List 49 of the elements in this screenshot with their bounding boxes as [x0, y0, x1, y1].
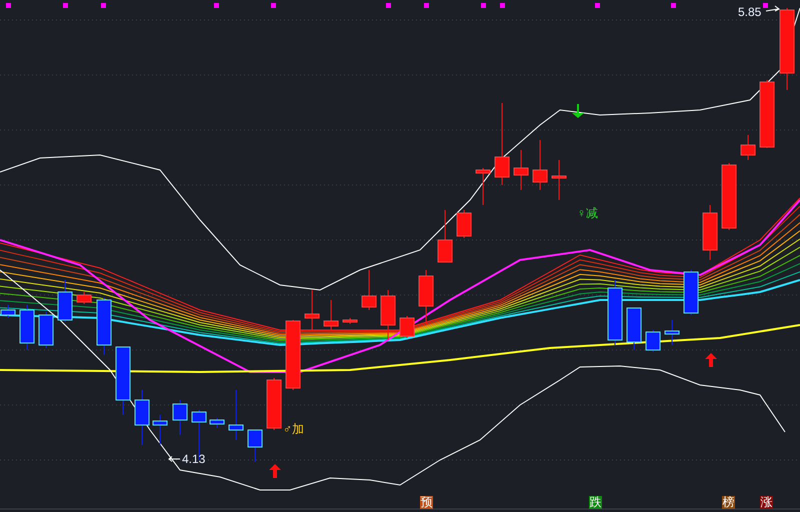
candlestick: [304, 290, 320, 330]
candlestick: [286, 320, 300, 390]
marker-badge: 榜: [722, 496, 735, 509]
candlestick: [58, 280, 72, 322]
candlestick: [172, 400, 188, 436]
candlestick: [266, 378, 282, 430]
candlestick: [476, 168, 490, 206]
candlestick: [646, 330, 660, 352]
candlestick: [228, 390, 244, 440]
candlestick: [248, 430, 262, 462]
candlestick: [532, 140, 548, 190]
up-arrow-icon: [269, 464, 281, 478]
candlestick: [456, 210, 472, 238]
arrow-icon: [168, 456, 180, 462]
signal-label: ♀减: [577, 206, 598, 220]
candlestick: [664, 320, 680, 346]
candlestick: [152, 414, 168, 446]
candlestick: [760, 80, 774, 148]
candlestick: [38, 312, 54, 348]
low-price-label: 4.13: [182, 452, 206, 466]
candlestick: [740, 134, 756, 160]
arrow-icon: [766, 5, 780, 13]
down-arrow-icon: [572, 104, 584, 118]
candlestick: [20, 304, 34, 350]
high-price-label: 5.85: [738, 5, 762, 19]
marker-badge: 跌: [589, 496, 602, 509]
candlestick: [76, 292, 92, 304]
candlestick: [418, 270, 434, 326]
candlestick: [684, 270, 698, 316]
candlestick: [702, 204, 718, 260]
signal-label: ♂加: [283, 422, 304, 436]
candlestick: [96, 298, 112, 356]
candlestick: [210, 418, 224, 428]
marker-badge: 涨: [760, 496, 773, 509]
marker-badge: 预: [420, 496, 433, 509]
candlestick: [722, 162, 736, 230]
candlestick: [380, 290, 396, 340]
candlestick: [626, 308, 642, 350]
candlestick: [0, 304, 16, 318]
candlestick: [362, 270, 376, 310]
candlestick: [400, 316, 414, 338]
candlestick: [514, 150, 528, 190]
candlestick: [324, 300, 338, 330]
candlestick: [134, 390, 150, 446]
candlestick: [116, 346, 130, 416]
up-arrow-icon: [705, 353, 717, 367]
candlestick: [608, 280, 622, 346]
candlestick: [438, 210, 452, 262]
candlestick: [552, 160, 566, 200]
